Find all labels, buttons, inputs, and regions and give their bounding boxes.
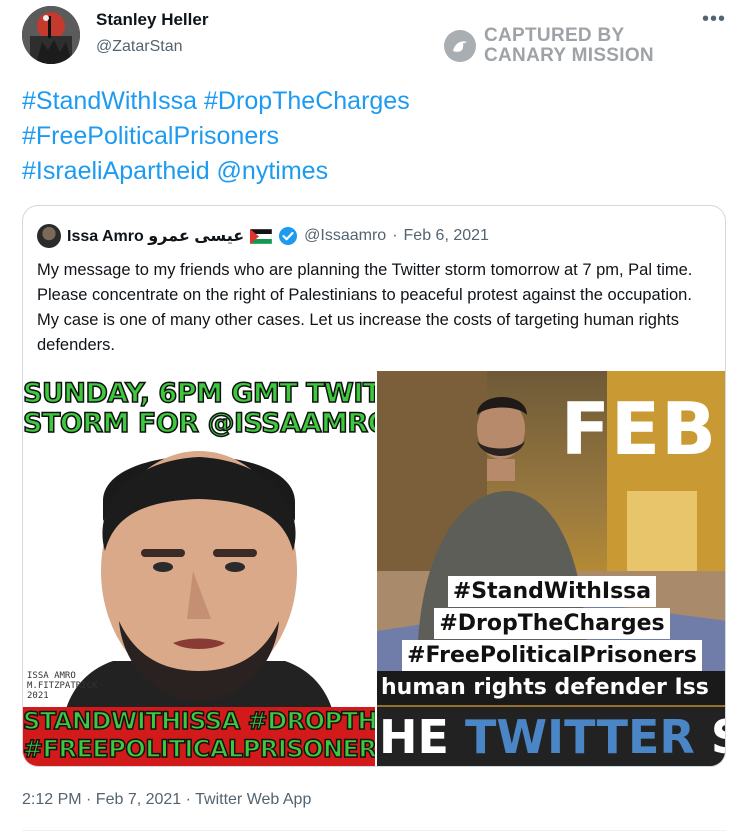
tweet-line-1[interactable]: #StandWithIssa #DropTheCharges xyxy=(22,84,410,119)
photo-twitter-band-pre: HE xyxy=(379,710,465,764)
photo-hashtag-3: #FreePoliticalPrisoners xyxy=(377,640,725,671)
tweet-line-2[interactable]: #FreePoliticalPrisoners xyxy=(22,119,410,154)
watermark-line-1: CAPTURED BY xyxy=(484,25,625,46)
poster-top-text: SUNDAY, 6PM GMT TWITTER STORM FOR @ISSAA… xyxy=(23,378,375,440)
photo-twitter-band-post: S xyxy=(695,710,725,764)
quoted-media: SUNDAY, 6PM GMT TWITTER STORM FOR @ISSAA… xyxy=(23,371,725,766)
media-image-photo[interactable]: FEB #StandWithIssa #DropTheCharges #Free… xyxy=(377,371,725,766)
tweet-timestamp[interactable]: 2:12 PM · Feb 7, 2021 · Twitter Web App xyxy=(22,791,311,809)
poster-top-line-2: STORM FOR @ISSAAMRO xyxy=(23,408,375,440)
more-options-icon[interactable]: ••• xyxy=(702,8,726,31)
artist-signature: ISSA AMRO M.FITZPATRICK 2021 xyxy=(27,671,98,701)
author-name[interactable]: Stanley Heller xyxy=(96,10,208,30)
divider xyxy=(22,830,726,831)
photo-hashtag-2-text: #DropTheCharges xyxy=(434,608,670,639)
author-handle[interactable]: @ZatarStan xyxy=(96,38,208,56)
palestine-flag-icon xyxy=(250,228,273,244)
photo-hashtag-3-text: #FreePoliticalPrisoners xyxy=(402,640,702,671)
tweet-line-3[interactable]: #IsraeliApartheid @nytimes xyxy=(22,154,410,189)
quoted-author-handle[interactable]: @Issaamro xyxy=(304,227,386,245)
quoted-tweet[interactable]: Issa Amro عيسى عمرو @Issaamro · Feb 6, 2… xyxy=(22,205,726,767)
watermark-text: CAPTURED BY CANARY MISSION xyxy=(484,26,654,66)
photo-feb-text: FEB xyxy=(560,387,717,471)
poster-bottom-text: STANDWITHISSA #DROPTHECHARGE #FREEPOLITI… xyxy=(23,706,375,766)
canary-bird-icon xyxy=(444,30,476,62)
watermark-line-2: CANARY MISSION xyxy=(484,45,654,66)
photo-human-rights-band: human rights defender Iss xyxy=(377,671,725,705)
poster-bottom-line-1: STANDWITHISSA #DROPTHECHARGE xyxy=(23,706,375,736)
photo-hashtag-1: #StandWithIssa xyxy=(377,576,725,607)
verified-badge-icon xyxy=(279,227,298,245)
avatar-image xyxy=(22,6,80,64)
photo-hashtag-2: #DropTheCharges xyxy=(377,608,725,639)
quoted-author-avatar[interactable] xyxy=(37,224,61,248)
quoted-date[interactable]: Feb 6, 2021 xyxy=(404,227,489,245)
poster-bottom-line-2: #FREEPOLITICALPRISONERS xyxy=(23,734,375,764)
author-avatar[interactable] xyxy=(22,6,80,64)
photo-twitter-band-word: TWITTER xyxy=(464,710,695,764)
canary-mission-watermark: CAPTURED BY CANARY MISSION xyxy=(444,26,654,66)
quoted-meta-separator: · xyxy=(392,227,398,244)
tweet-text: #StandWithIssa #DropTheCharges #FreePoli… xyxy=(22,84,410,189)
quoted-tweet-body: My message to my friends who are plannin… xyxy=(37,261,693,354)
quoted-author-name[interactable]: Issa Amro عيسى عمرو xyxy=(67,226,244,246)
author-block: Stanley Heller @ZatarStan xyxy=(96,10,208,56)
photo-hashtag-1-text: #StandWithIssa xyxy=(447,576,657,607)
media-image-portrait[interactable]: SUNDAY, 6PM GMT TWITTER STORM FOR @ISSAA… xyxy=(23,371,375,766)
quoted-tweet-header: Issa Amro عيسى عمرو @Issaamro · Feb 6, 2… xyxy=(37,224,489,248)
photo-twitter-band: HE TWITTER S xyxy=(377,707,725,766)
poster-top-line-1: SUNDAY, 6PM GMT TWITTER xyxy=(23,378,375,410)
